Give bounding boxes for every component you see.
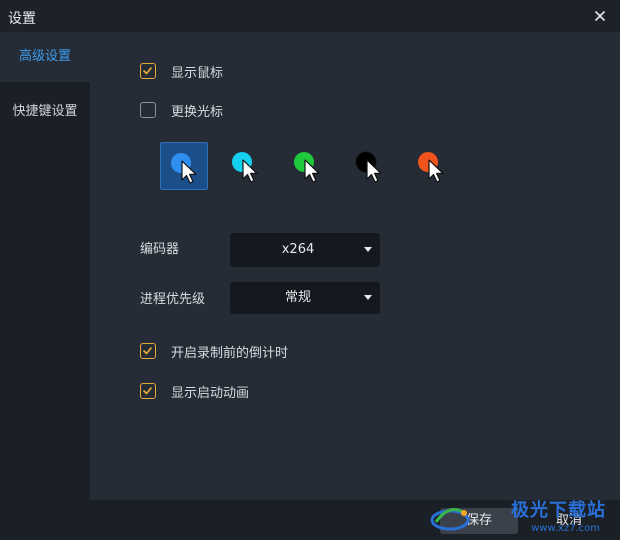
cursor-option-cyan[interactable] (222, 142, 270, 190)
change-cursor-label: 更换光标 (171, 104, 224, 120)
window-title: 设置 (8, 11, 36, 27)
countdown-label: 开启录制前的倒计时 (171, 345, 289, 361)
change-cursor-option[interactable]: 更换光标 (140, 100, 223, 120)
cursor-cyan-icon (232, 152, 258, 183)
cursor-option-blue[interactable] (160, 142, 208, 190)
encoder-label: 编码器 (140, 242, 180, 257)
countdown-option[interactable]: 开启录制前的倒计时 (140, 341, 288, 361)
dropdown-caret-icon (364, 295, 372, 300)
close-button[interactable] (590, 6, 610, 26)
show-mouse-label: 显示鼠标 (171, 65, 224, 81)
checkmark-icon (142, 346, 153, 355)
title-bar: 设置 (0, 0, 620, 32)
show-mouse-checkbox[interactable] (140, 63, 156, 79)
settings-panel: 显示鼠标 更换光标 编码器 x264 进程优先级 常规 开启录制前的倒计时 显示… (90, 32, 620, 500)
sidebar-item-shortcut-settings[interactable]: 快捷键设置 (0, 87, 90, 137)
close-icon (594, 10, 606, 22)
priority-select[interactable]: 常规 (230, 282, 380, 314)
cursor-blue-icon (171, 153, 197, 184)
cursor-black-icon (355, 151, 382, 183)
countdown-checkbox[interactable] (140, 343, 156, 359)
priority-value: 常规 (284, 290, 311, 305)
checkmark-icon (142, 386, 153, 395)
cursor-option-black[interactable] (346, 142, 394, 190)
save-button[interactable]: 保存 (440, 508, 518, 534)
cancel-button[interactable]: 取消 (530, 508, 608, 534)
checkmark-icon (142, 66, 153, 75)
priority-label: 进程优先级 (140, 292, 206, 307)
cursor-option-orange[interactable] (408, 142, 456, 190)
sidebar-item-advanced-settings[interactable]: 高级设置 (0, 32, 90, 82)
dropdown-caret-icon (364, 247, 372, 252)
cursor-orange-icon (418, 152, 444, 183)
cursor-green-icon (294, 152, 320, 183)
show-mouse-option[interactable]: 显示鼠标 (140, 61, 223, 81)
cursor-option-green[interactable] (284, 142, 332, 190)
dialog-footer: 保存 取消 (0, 500, 620, 540)
startup-animation-checkbox[interactable] (140, 383, 156, 399)
startup-animation-option[interactable]: 显示启动动画 (140, 381, 249, 401)
startup-animation-label: 显示启动动画 (171, 385, 250, 401)
encoder-value: x264 (281, 242, 315, 257)
encoder-select[interactable]: x264 (230, 233, 380, 267)
sidebar: 高级设置 快捷键设置 (0, 32, 90, 500)
change-cursor-checkbox[interactable] (140, 102, 156, 118)
